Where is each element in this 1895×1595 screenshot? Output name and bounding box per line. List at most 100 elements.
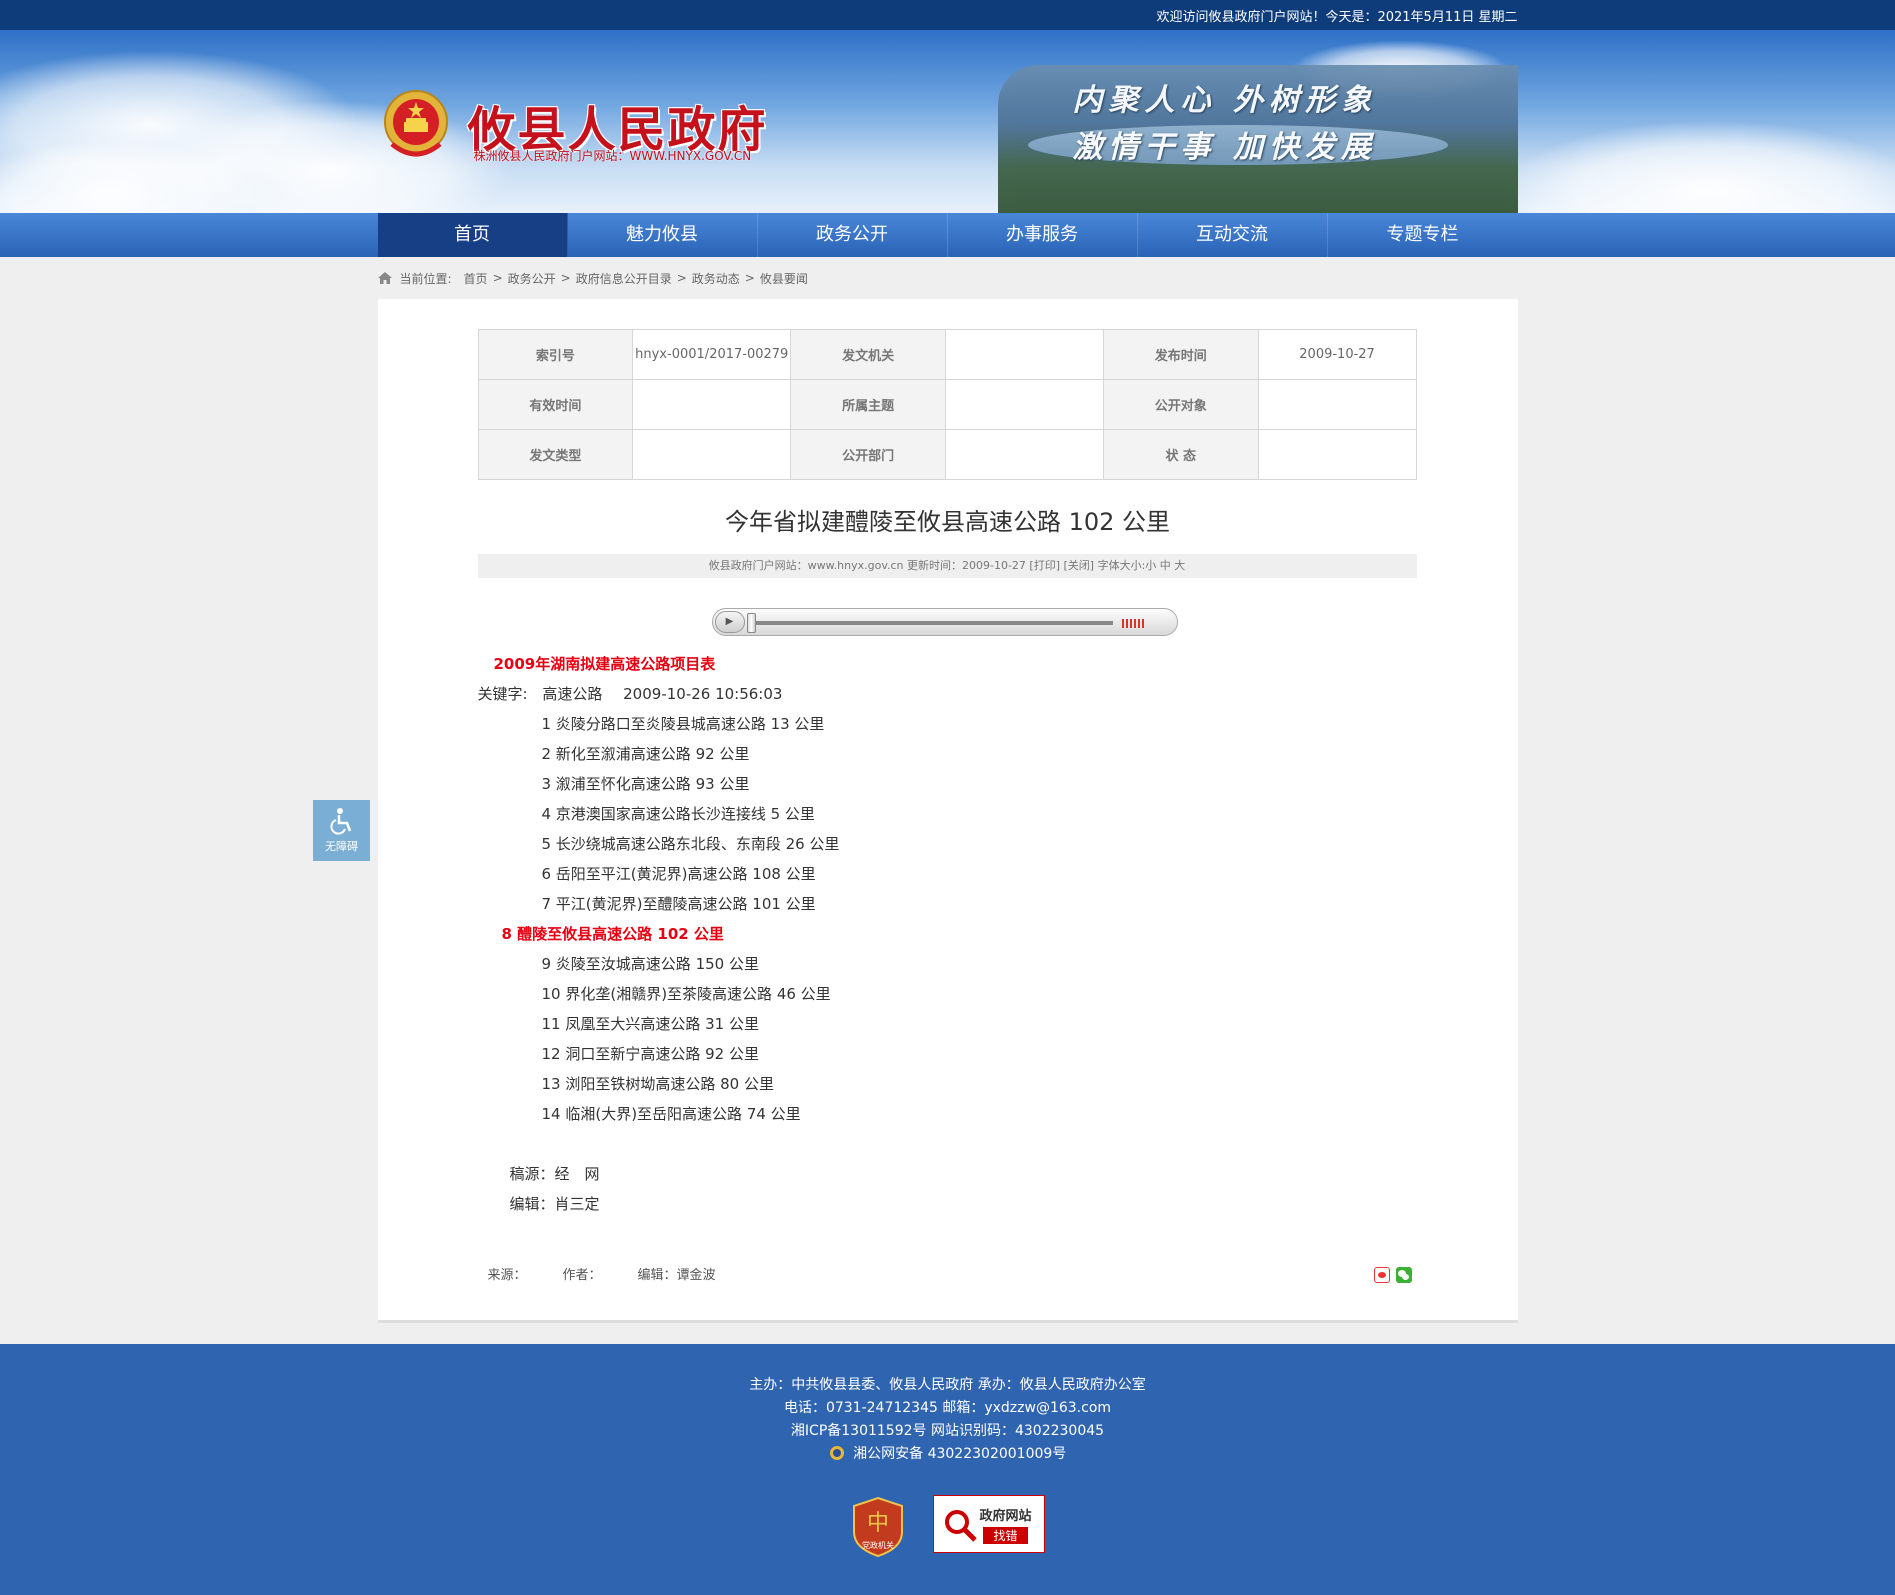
meta-label: 索引号 <box>477 329 634 380</box>
meta-label: 状 态 <box>1102 429 1259 480</box>
list-item: 4 京港澳国家高速公路长沙连接线 5 公里 <box>541 805 815 823</box>
breadcrumb-separator: > <box>560 271 571 285</box>
breadcrumb-home[interactable]: 首页 <box>464 270 488 287</box>
list-item: 13 浏阳至铁树坳高速公路 80 公里 <box>541 1075 774 1093</box>
footer-police-record[interactable]: 湘公网安备 43022302001009号 <box>0 1443 1895 1466</box>
home-icon <box>377 272 392 284</box>
play-button[interactable]: ▶ <box>714 611 745 633</box>
site-footer: 主办：中共攸县县委、攸县人民政府 承办：攸县人民政府办公室 电话：0731-24… <box>0 1344 1895 1595</box>
footer-sponsor: 主办：中共攸县县委、攸县人民政府 承办：攸县人民政府办公室 <box>749 1377 1146 1393</box>
meta-value: hnyx-0001/2017-00279 <box>632 329 792 380</box>
meta-value <box>945 329 1104 380</box>
manuscript-source: 稿源：经 网 <box>509 1165 600 1183</box>
meta-label: 公开对象 <box>1102 379 1259 430</box>
breadcrumb: 当前位置: 首页 > 政务公开 > 政府信息公开目录 > 政务动态 > 攸县要闻 <box>377 257 1518 299</box>
meta-value <box>945 429 1104 480</box>
article-info-bar: 攸县政府门户网站：www.hnyx.gov.cn 更新时间：2009-10-27… <box>477 554 1417 578</box>
list-item: 3 溆浦至怀化高速公路 93 公里 <box>541 775 750 793</box>
badge-find-error-label: 找错 <box>983 1526 1028 1544</box>
breadcrumb-news[interactable]: 政务动态 <box>692 270 740 287</box>
share-buttons <box>1373 1267 1412 1283</box>
list-item: 14 临湘(大界)至岳阳高速公路 74 公里 <box>541 1105 801 1123</box>
site-subtitle: 株洲攸县人民政府门户网站：WWW.HNYX.GOV.CN <box>473 149 752 163</box>
breadcrumb-prefix: 当前位置: <box>399 271 452 286</box>
article-container: 索引号 hnyx-0001/2017-00279 发文机关 发布时间 2009-… <box>377 299 1518 1323</box>
nav-item-charm[interactable]: 魅力攸县 <box>568 213 758 257</box>
meta-value <box>1257 429 1417 480</box>
manuscript-editor: 编辑：肖三定 <box>509 1195 600 1213</box>
slogan-line-2: 激情干事 加快发展 <box>1072 130 1377 165</box>
top-bar: 欢迎访问攸县政府门户网站！今天是：2021年5月11日 星期二 <box>0 0 1895 30</box>
meta-label: 所属主题 <box>790 379 947 430</box>
audio-player: ▶ <box>711 608 1178 636</box>
list-item: 7 平江(黄泥界)至醴陵高速公路 101 公里 <box>541 895 816 913</box>
list-item: 9 炎陵至汝城高速公路 150 公里 <box>541 955 759 973</box>
nav-item-topics[interactable]: 专题专栏 <box>1328 213 1518 257</box>
meta-label: 发文类型 <box>477 429 634 480</box>
meta-value <box>945 379 1104 430</box>
breadcrumb-catalog[interactable]: 政府信息公开目录 <box>576 270 672 287</box>
article-body: 2009年湖南拟建高速公路项目表 关键字: 高速公路 2009-10-26 10… <box>478 649 1378 1219</box>
list-item: 5 长沙绕城高速公路东北段、东南段 26 公里 <box>541 835 840 853</box>
list-item: 10 界化垄(湘赣界)至茶陵高速公路 46 公里 <box>541 985 831 1003</box>
footer-contact: 电话：0731-24712345 邮箱：yxdzzw@163.com <box>783 1400 1112 1416</box>
meta-label: 发文机关 <box>790 329 947 380</box>
nav-item-home[interactable]: 首页 <box>377 213 568 257</box>
gov-site-error-report-badge[interactable]: 政府网站 找错 <box>932 1495 1045 1553</box>
national-emblem-icon <box>383 90 448 157</box>
party-government-badge-icon[interactable]: 中 党政机关 <box>852 1496 904 1558</box>
nav-item-interaction[interactable]: 互动交流 <box>1138 213 1328 257</box>
badge-gov-site-label: 政府网站 <box>979 1508 1032 1524</box>
accessibility-label: 无障碍 <box>325 840 358 853</box>
info-disclosure-table: 索引号 hnyx-0001/2017-00279 发文机关 发布时间 2009-… <box>477 329 1417 480</box>
keywords-value: 高速公路 <box>542 685 603 703</box>
seek-handle[interactable] <box>746 613 756 633</box>
accessibility-button[interactable]: 无障碍 <box>313 800 370 861</box>
breadcrumb-separator: > <box>492 271 503 285</box>
weibo-share-icon[interactable] <box>1373 1267 1390 1283</box>
article-title: 今年省拟建醴陵至攸县高速公路 102 公里 <box>724 508 1171 536</box>
breadcrumb-separator: > <box>676 271 687 285</box>
wechat-share-icon[interactable] <box>1395 1267 1412 1283</box>
main-nav: 首页 魅力攸县 政务公开 办事服务 互动交流 专题专栏 <box>0 213 1895 257</box>
police-record-text: 湘公网安备 43022302001009号 <box>853 1446 1067 1462</box>
footer-badges: 中 党政机关 政府网站 找错 <box>0 1495 1895 1558</box>
nav-item-government-affairs[interactable]: 政务公开 <box>758 213 948 257</box>
list-item: 2 新化至溆浦高速公路 92 公里 <box>541 745 750 763</box>
nav-item-services[interactable]: 办事服务 <box>948 213 1138 257</box>
article-footer-meta: 来源： 作者： 编辑：谭金波 <box>488 1264 716 1283</box>
article-heading: 2009年湖南拟建高速公路项目表 <box>493 655 716 673</box>
list-item: 6 岳阳至平江(黄泥界)高速公路 108 公里 <box>541 865 816 883</box>
list-item: 12 洞口至新宁高速公路 92 公里 <box>541 1045 759 1063</box>
welcome-text: 欢迎访问攸县政府门户网站！今天是：2021年5月11日 星期二 <box>1156 9 1518 25</box>
author-label: 作者： <box>562 1268 602 1283</box>
meta-label: 公开部门 <box>790 429 947 480</box>
meta-value <box>632 429 792 480</box>
breadcrumb-gov-affairs[interactable]: 政务公开 <box>508 270 556 287</box>
slogan-line-1: 内聚人心 外树形象 <box>1072 83 1377 118</box>
meta-label: 有效时间 <box>477 379 634 430</box>
meta-value: 2009-10-27 <box>1257 329 1417 380</box>
keywords-time: 2009-10-26 10:56:03 <box>623 685 783 703</box>
footer-icp[interactable]: 湘ICP备13011592号 网站识别码：4302230045 <box>0 1420 1895 1443</box>
source-label: 来源： <box>487 1268 527 1283</box>
editor-label: 编辑：谭金波 <box>637 1268 716 1283</box>
keywords-label: 关键字: <box>477 685 528 703</box>
breadcrumb-county-news[interactable]: 攸县要闻 <box>760 270 808 287</box>
list-item: 1 炎陵分路口至炎陵县城高速公路 13 公里 <box>541 715 825 733</box>
meta-value <box>1257 379 1417 430</box>
svg-text:中: 中 <box>866 1511 888 1536</box>
meta-label: 发布时间 <box>1102 329 1259 380</box>
magnifier-icon <box>944 1510 977 1542</box>
breadcrumb-separator: > <box>744 271 755 285</box>
banner-lake-image: 内聚人心 外树形象 激情干事 加快发展 <box>997 65 1518 213</box>
volume-icon[interactable] <box>1121 616 1147 630</box>
highlighted-list-item: 8 醴陵至攸县高速公路 102 公里 <box>501 925 724 943</box>
seek-track[interactable] <box>750 621 1113 625</box>
police-badge-icon <box>829 1446 844 1460</box>
meta-value <box>632 379 792 430</box>
wheelchair-icon <box>329 808 351 835</box>
header-banner: 攸县人民政府 株洲攸县人民政府门户网站：WWW.HNYX.GOV.CN 内聚人心… <box>0 30 1895 213</box>
list-item: 11 凤凰至大兴高速公路 31 公里 <box>541 1015 759 1033</box>
